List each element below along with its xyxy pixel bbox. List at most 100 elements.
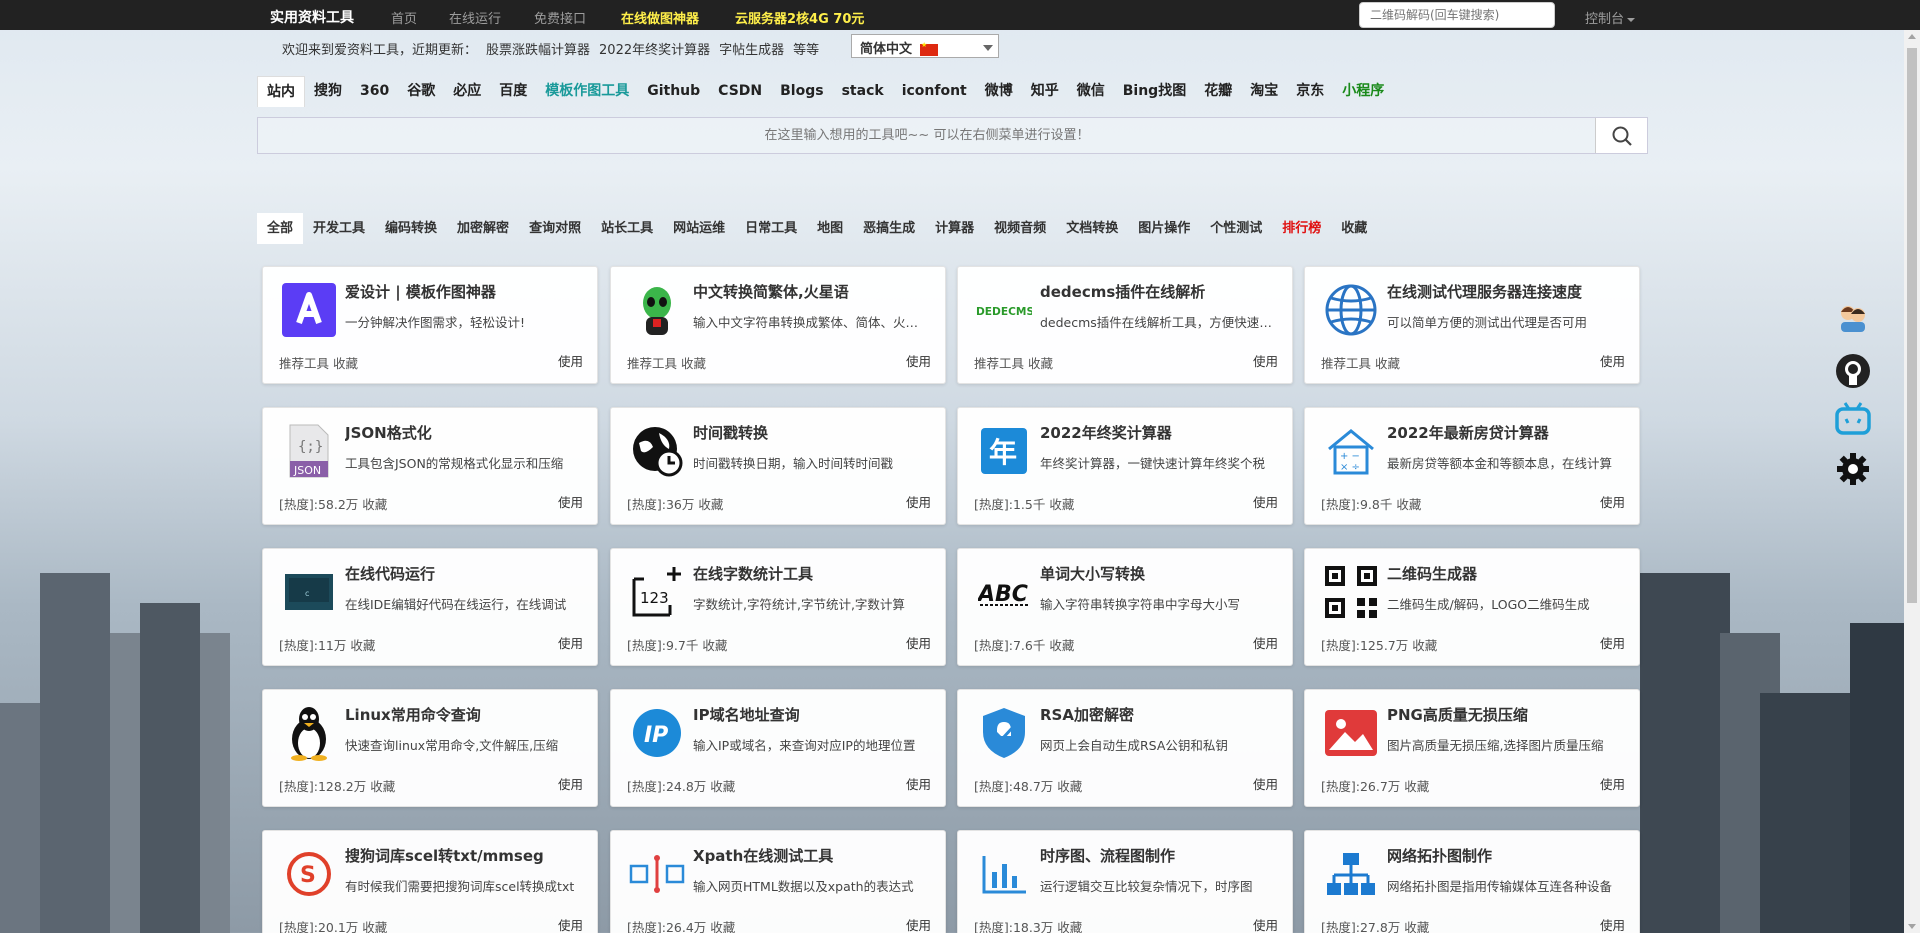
engine-tab-9[interactable]: Blogs [771, 76, 832, 107]
tool-card-use-button[interactable]: 使用 [1253, 633, 1278, 652]
tool-card-title[interactable]: dedecms插件在线解析 [1040, 281, 1278, 302]
category-tab-4[interactable]: 查询对照 [519, 213, 591, 244]
tool-card-use-button[interactable]: 使用 [558, 492, 583, 511]
nav-design-tool[interactable]: 在线做图神器 [621, 8, 699, 27]
tool-card-title[interactable]: 中文转换简繁体,火星语 [693, 281, 931, 302]
tool-card[interactable]: Linux常用命令查询 快速查询linux常用命令,文件解压,压缩 [热度]:128… [262, 689, 598, 807]
engine-tab-14[interactable]: 微信 [1068, 76, 1114, 107]
engine-tab-4[interactable]: 必应 [444, 76, 490, 107]
tool-card-title[interactable]: 单词大小写转换 [1040, 563, 1278, 584]
tool-card[interactable]: PNG高质量无损压缩 图片高质量无损压缩,选择图片质量压缩 [热度]:26.7万 收… [1304, 689, 1640, 807]
tool-card-meta[interactable]: [热度]:20.1万 收藏 [279, 917, 387, 933]
tool-card[interactable]: 时间戳转换 时间戳转换日期，输入时间转时间戳 [热度]:36万 收藏 使用 [610, 407, 946, 525]
tool-card-use-button[interactable]: 使用 [906, 915, 931, 933]
tool-card[interactable]: {;} JSON JSON格式化 工具包含JSON的常规格式化显示和压缩 [热度]:58… [262, 407, 598, 525]
tool-card-meta[interactable]: 推荐工具 收藏 [627, 353, 706, 372]
tool-card-use-button[interactable]: 使用 [1600, 633, 1625, 652]
update-link-stock[interactable]: 股票涨跌幅计算器 [486, 43, 590, 58]
category-tab-5[interactable]: 站长工具 [591, 213, 663, 244]
tool-card-title[interactable]: Linux常用命令查询 [345, 704, 583, 725]
category-tab-6[interactable]: 网站运维 [663, 213, 735, 244]
tool-card-use-button[interactable]: 使用 [1253, 351, 1278, 370]
category-tab-1[interactable]: 开发工具 [303, 213, 375, 244]
main-search-bar[interactable]: 在这里输入想用的工具吧~~ 可以在右侧菜单进行设置！ [257, 117, 1648, 154]
main-search-input[interactable]: 在这里输入想用的工具吧~~ 可以在右侧菜单进行设置！ [258, 118, 1596, 153]
engine-tab-12[interactable]: 微博 [976, 76, 1022, 107]
category-tab-14[interactable]: 个性测试 [1200, 213, 1272, 244]
tool-card-title[interactable]: 爱设计 | 模板作图神器 [345, 281, 583, 302]
nav-free-api[interactable]: 免费接口 [534, 8, 586, 27]
qrcode-search-input[interactable] [1359, 2, 1555, 28]
scroll-up-arrow[interactable] [1908, 34, 1916, 39]
tool-card-use-button[interactable]: 使用 [1600, 351, 1625, 370]
tool-card-title[interactable]: 在线字数统计工具 [693, 563, 931, 584]
tool-card-use-button[interactable]: 使用 [1253, 774, 1278, 793]
engine-tab-6[interactable]: 模板作图工具 [536, 76, 638, 107]
tool-card-title[interactable]: 在线测试代理服务器连接速度 [1387, 281, 1625, 302]
tool-card-meta[interactable]: [热度]:36万 收藏 [627, 494, 723, 513]
category-tab-11[interactable]: 视频音频 [984, 213, 1056, 244]
tool-card-title[interactable]: 2022年终奖计算器 [1040, 422, 1278, 443]
engine-tab-16[interactable]: 花瓣 [1195, 76, 1241, 107]
tool-card-title[interactable]: 时间戳转换 [693, 422, 931, 443]
qq-group-icon[interactable] [1832, 296, 1874, 338]
tool-card-meta[interactable]: [热度]:125.7万 收藏 [1321, 635, 1437, 654]
tool-card-meta[interactable]: [热度]:128.2万 收藏 [279, 776, 395, 795]
tool-card-use-button[interactable]: 使用 [558, 774, 583, 793]
tool-card[interactable]: RSA加密解密 网页上会自动生成RSA公钥和私钥 [热度]:48.7万 收藏 使用 [957, 689, 1293, 807]
engine-tab-1[interactable]: 搜狗 [305, 76, 351, 107]
tool-card[interactable]: 时序图、流程图制作 运行逻辑交互比较复杂情况下，时序图 [热度]:18.3万 收藏 使… [957, 830, 1293, 933]
engine-tab-13[interactable]: 知乎 [1022, 76, 1068, 107]
category-tab-3[interactable]: 加密解密 [447, 213, 519, 244]
tool-card-meta[interactable]: [热度]:26.7万 收藏 [1321, 776, 1429, 795]
tool-card[interactable]: IP IP域名地址查询 输入IP或域名，来查询对应IP的地理位置 [热度]:24.8万… [610, 689, 946, 807]
tool-card-title[interactable]: IP域名地址查询 [693, 704, 931, 725]
scroll-down-arrow[interactable] [1908, 924, 1916, 929]
tool-card-meta[interactable]: 推荐工具 收藏 [974, 353, 1053, 372]
tool-card-title[interactable]: Xpath在线测试工具 [693, 845, 931, 866]
tool-card-use-button[interactable]: 使用 [1253, 492, 1278, 511]
tool-card[interactable]: 123 在线字数统计工具 字数统计,字符统计,字节统计,字数计算 [热度]:9.7千 … [610, 548, 946, 666]
tool-card-title[interactable]: PNG高质量无损压缩 [1387, 704, 1625, 725]
tool-card-meta[interactable]: 推荐工具 收藏 [1321, 353, 1400, 372]
engine-tab-5[interactable]: 百度 [490, 76, 536, 107]
site-logo[interactable]: 实用资料工具 [270, 7, 354, 27]
category-tab-9[interactable]: 恶搞生成 [853, 213, 925, 244]
tool-card-meta[interactable]: [热度]:9.7千 收藏 [627, 635, 727, 654]
tool-card-use-button[interactable]: 使用 [906, 351, 931, 370]
tool-card-meta[interactable]: [热度]:1.5千 收藏 [974, 494, 1074, 513]
search-button[interactable] [1595, 118, 1647, 153]
tool-card-use-button[interactable]: 使用 [1600, 915, 1625, 933]
tool-card-title[interactable]: 2022年最新房贷计算器 [1387, 422, 1625, 443]
tool-card[interactable]: 二维码生成器 二维码生成/解码，LOGO二维码生成 [热度]:125.7万 收藏 使用 [1304, 548, 1640, 666]
engine-tab-7[interactable]: Github [638, 76, 709, 107]
engine-tab-8[interactable]: CSDN [709, 76, 771, 107]
tool-card-meta[interactable]: [热度]:27.8万 收藏 [1321, 917, 1429, 933]
category-tab-16[interactable]: 收藏 [1331, 213, 1377, 244]
nav-online-run[interactable]: 在线运行 [449, 8, 501, 27]
tool-card-title[interactable]: RSA加密解密 [1040, 704, 1278, 725]
tool-card[interactable]: 爱设计 | 模板作图神器 一分钟解决作图需求，轻松设计! 推荐工具 收藏 使用 [262, 266, 598, 384]
tool-card-use-button[interactable]: 使用 [906, 492, 931, 511]
engine-tab-2[interactable]: 360 [351, 76, 398, 107]
tool-card-title[interactable]: 搜狗词库scel转txt/mmseg [345, 845, 583, 866]
category-tab-7[interactable]: 日常工具 [735, 213, 807, 244]
tool-card-use-button[interactable]: 使用 [1600, 774, 1625, 793]
tool-card-meta[interactable]: [热度]:18.3万 收藏 [974, 917, 1082, 933]
tool-card-use-button[interactable]: 使用 [1600, 492, 1625, 511]
tool-card[interactable]: 年 2022年终奖计算器 年终奖计算器，一键快速计算年终奖个税 [热度]:1.5千 收… [957, 407, 1293, 525]
tool-card-title[interactable]: 在线代码运行 [345, 563, 583, 584]
engine-tab-0[interactable]: 站内 [257, 76, 305, 107]
page-scrollbar[interactable] [1904, 30, 1920, 933]
tool-card[interactable]: Xpath在线测试工具 输入网页HTML数据以及xpath的表达式 [热度]:26.… [610, 830, 946, 933]
engine-tab-17[interactable]: 淘宝 [1241, 76, 1287, 107]
tool-card-title[interactable]: 二维码生成器 [1387, 563, 1625, 584]
engine-tab-18[interactable]: 京东 [1287, 76, 1333, 107]
category-tab-8[interactable]: 地图 [807, 213, 853, 244]
tool-card[interactable]: 网络拓扑图制作 网络拓扑图是指用传输媒体互连各种设备 [热度]:27.8万 收藏 使用 [1304, 830, 1640, 933]
nav-home[interactable]: 首页 [391, 8, 417, 27]
tool-card-meta[interactable]: [热度]:48.7万 收藏 [974, 776, 1082, 795]
update-link-bonus[interactable]: 2022年终奖计算器 [599, 43, 710, 58]
tool-card-meta[interactable]: [热度]:9.8千 收藏 [1321, 494, 1421, 513]
tool-card-use-button[interactable]: 使用 [558, 915, 583, 933]
